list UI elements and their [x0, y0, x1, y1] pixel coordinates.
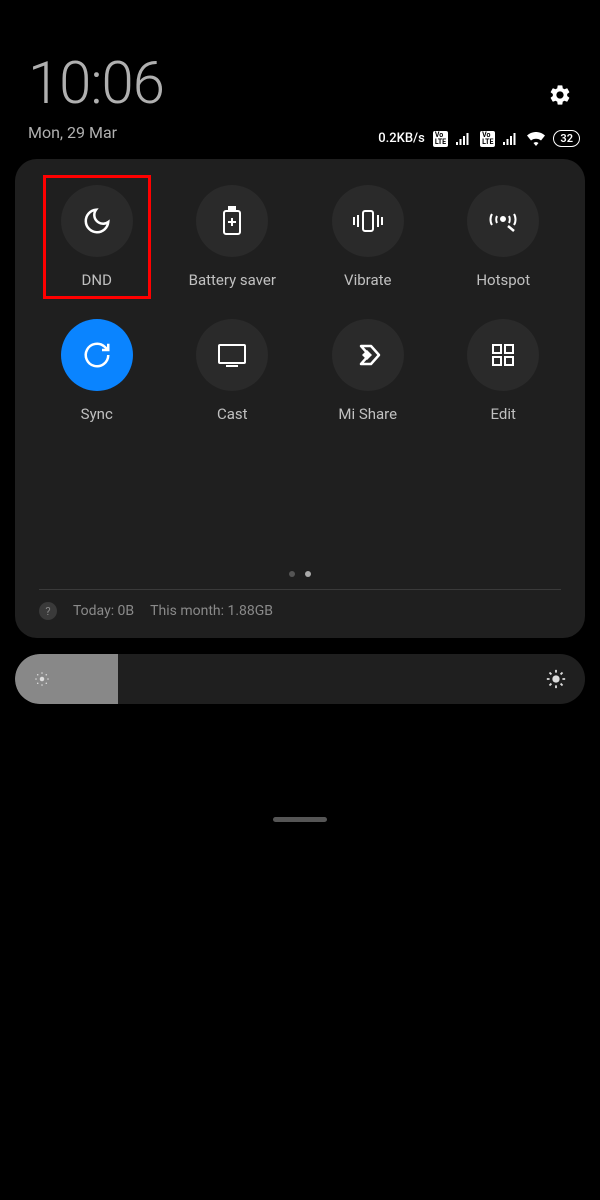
quick-settings-panel: DND Battery saver Vibrate Hotspot Sync	[15, 159, 585, 638]
tile-edit[interactable]: Edit	[467, 319, 539, 423]
volte-icon-2: VoLTE	[480, 131, 495, 147]
brightness-low-icon	[33, 670, 51, 688]
brightness-slider[interactable]	[15, 654, 585, 704]
tile-dnd[interactable]: DND	[61, 185, 133, 289]
tile-label: Battery saver	[189, 271, 276, 289]
tile-label: Cast	[217, 405, 248, 423]
tile-hotspot[interactable]: Hotspot	[467, 185, 539, 289]
divider	[39, 589, 561, 590]
battery-plus-icon	[221, 206, 243, 236]
tile-sync[interactable]: Sync	[61, 319, 133, 423]
data-usage-row[interactable]: ? Today: 0B This month: 1.88GB	[39, 602, 561, 620]
page-dot-active	[305, 571, 311, 577]
tile-label: Edit	[491, 405, 516, 423]
brightness-fill	[15, 654, 118, 704]
battery-indicator: 32	[553, 130, 580, 147]
grid-icon	[490, 342, 516, 368]
vibrate-icon	[351, 208, 385, 234]
settings-button[interactable]	[548, 83, 572, 107]
wifi-icon	[527, 132, 545, 146]
data-speed-indicator: 0.2KB/s	[378, 131, 425, 146]
signal-icon-1	[456, 133, 472, 145]
cast-icon	[216, 342, 248, 368]
tile-label: Hotspot	[476, 271, 530, 289]
hotspot-icon	[488, 209, 518, 233]
usage-month: This month: 1.88GB	[150, 603, 273, 619]
tile-label: Mi Share	[338, 405, 397, 423]
tile-label: Sync	[81, 405, 113, 423]
tile-label: Vibrate	[344, 271, 391, 289]
page-indicator	[39, 571, 561, 577]
gear-icon	[548, 83, 572, 107]
tile-cast[interactable]: Cast	[196, 319, 268, 423]
home-indicator[interactable]	[273, 817, 327, 822]
volte-icon-1: VoLTE	[433, 131, 448, 147]
signal-icon-2	[503, 133, 519, 145]
usage-today: Today: 0B	[73, 603, 134, 619]
clock-time: 10:06	[28, 55, 164, 113]
mi-share-icon	[353, 340, 383, 370]
brightness-high-icon	[545, 668, 567, 690]
tile-battery-saver[interactable]: Battery saver	[189, 185, 276, 289]
tile-mi-share[interactable]: Mi Share	[332, 319, 404, 423]
sync-icon	[82, 340, 112, 370]
help-icon: ?	[39, 602, 57, 620]
page-dot	[289, 571, 295, 577]
tile-vibrate[interactable]: Vibrate	[332, 185, 404, 289]
highlight-annotation	[43, 175, 151, 299]
clock-date: Mon, 29 Mar	[28, 123, 164, 142]
